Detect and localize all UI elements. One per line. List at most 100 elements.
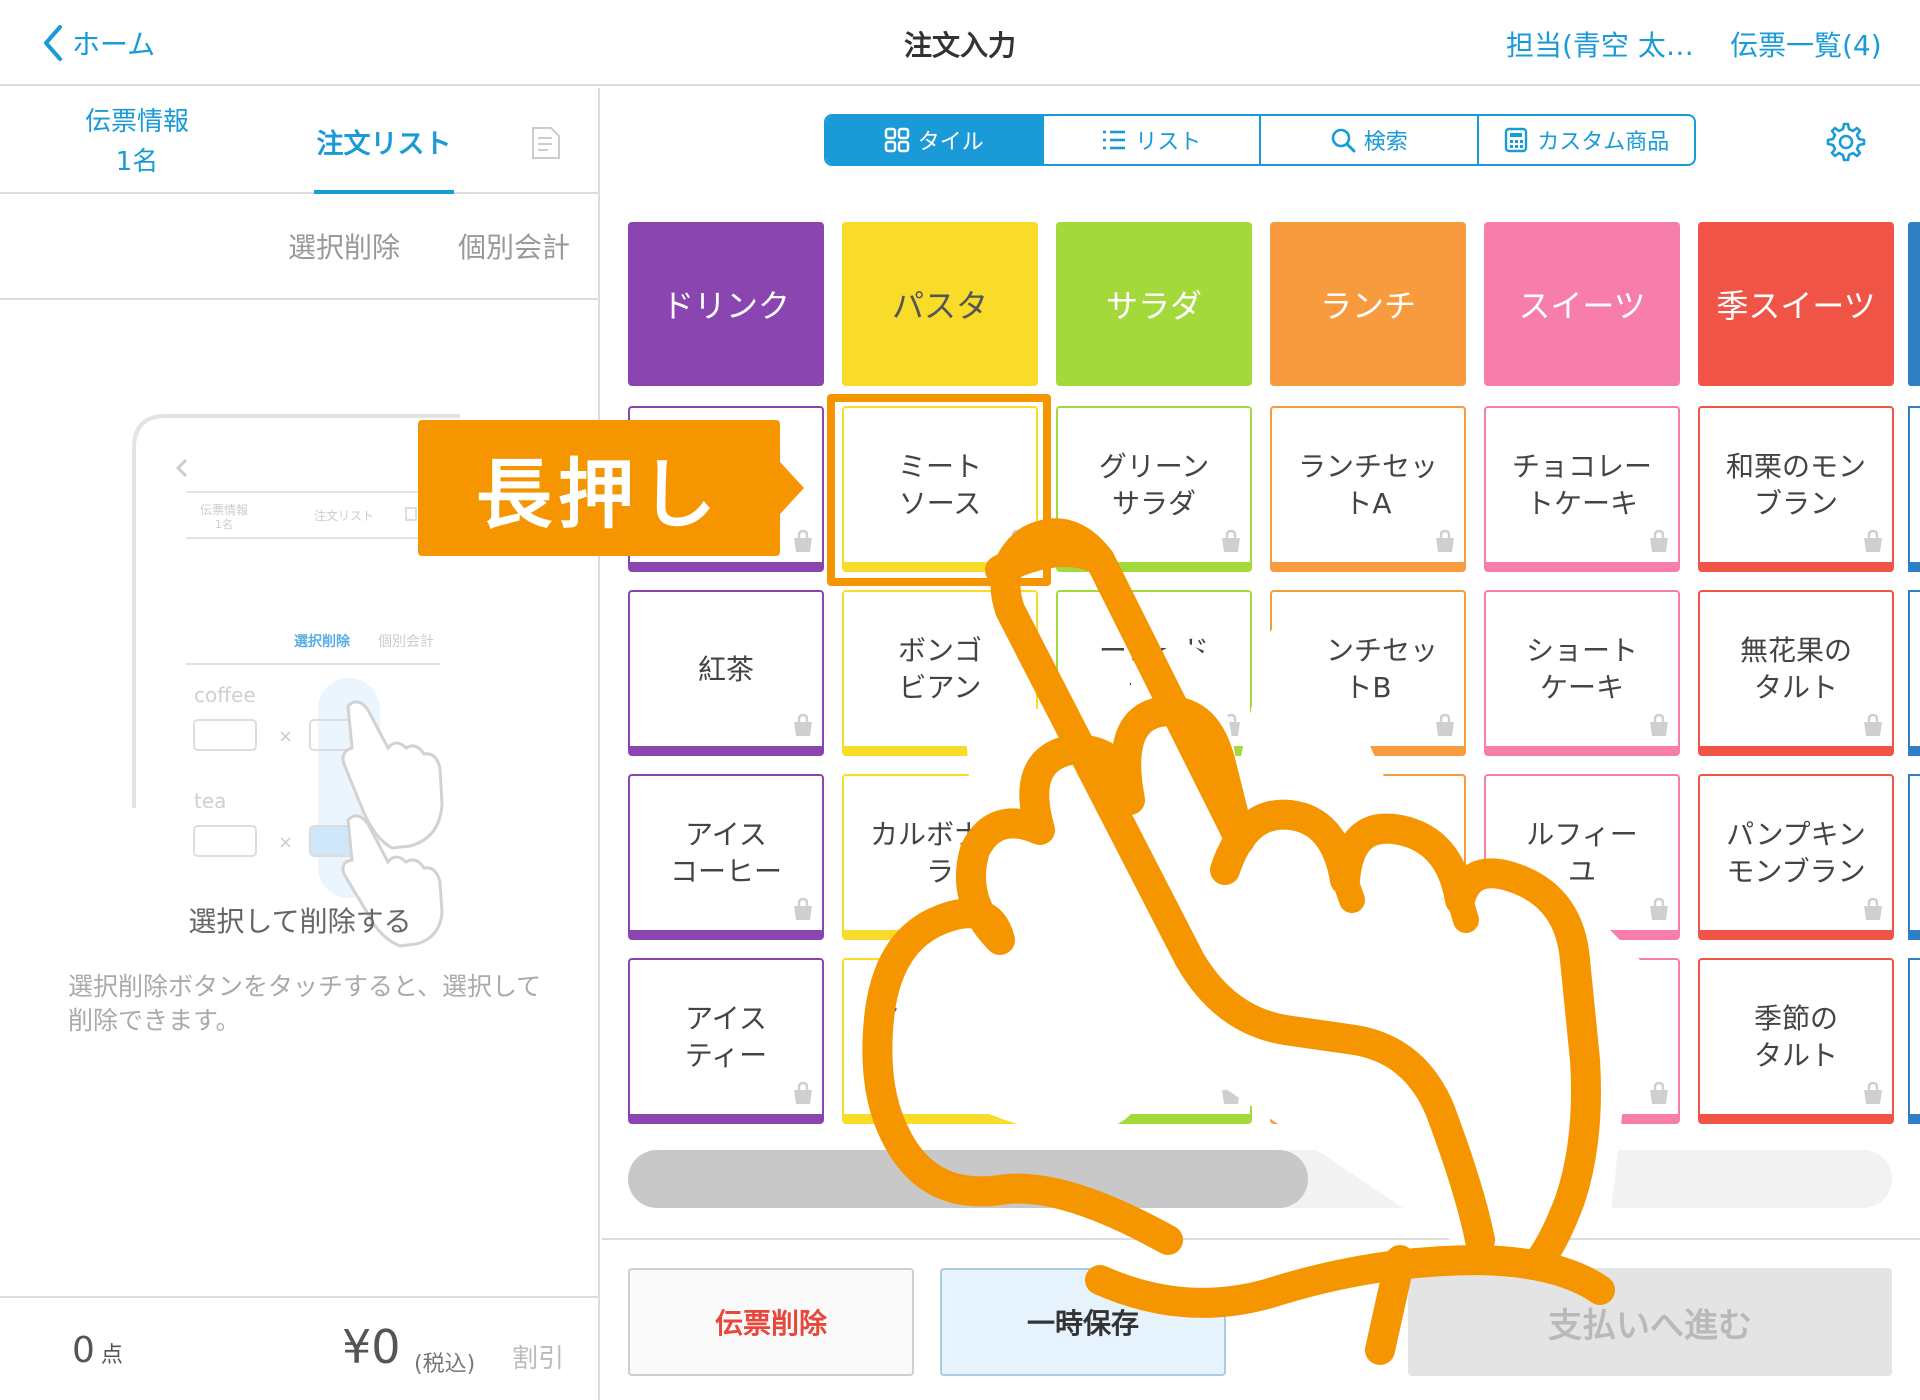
- category-tile[interactable]: パスタ: [842, 222, 1038, 386]
- product-tile[interactable]: ルフィー ユ: [1484, 774, 1680, 940]
- shopping-bag-icon: [1218, 528, 1244, 554]
- tab-search[interactable]: 検索: [1259, 116, 1477, 164]
- tab-custom-item[interactable]: カスタム商品: [1476, 116, 1695, 164]
- guest-count: 1名: [115, 147, 159, 177]
- shopping-bag-icon: [1004, 896, 1030, 922]
- product-tile[interactable]: カルボナー ラ: [842, 774, 1038, 940]
- horizontal-scrollbar[interactable]: [628, 1150, 1892, 1208]
- shopping-bag-icon: [1646, 528, 1672, 554]
- proceed-to-payment-button[interactable]: 支払いへ進む: [1408, 1268, 1892, 1376]
- category-tile[interactable]: スイーツ: [1484, 222, 1680, 386]
- discount-button[interactable]: 割引: [512, 1338, 564, 1375]
- product-tile[interactable]: ミート ソース: [842, 406, 1038, 572]
- product-tile[interactable]: 無花果の タルト: [1698, 590, 1894, 756]
- grid-icon: [884, 127, 909, 153]
- product-tile[interactable]: パンプキン モンブラン: [1698, 774, 1894, 940]
- long-press-callout: 長押し: [418, 420, 780, 556]
- product-tile[interactable]: 紅茶: [628, 590, 824, 756]
- product-tile[interactable]: ボンゴ ビアン: [842, 590, 1038, 756]
- shopping-bag-icon: [1004, 712, 1030, 738]
- divider: [602, 1238, 1920, 1240]
- scrollbar-thumb[interactable]: [628, 1150, 1308, 1208]
- product-tile[interactable]: グリーン サラダ: [1056, 406, 1252, 572]
- product-tile[interactable]: アイス ティー: [628, 958, 824, 1124]
- shopping-bag-icon: [790, 528, 816, 554]
- shopping-bag-icon: [1004, 528, 1030, 554]
- top-bar: ホーム 注文入力 担当(青空 太… 伝票一覧(4): [0, 0, 1920, 86]
- product-tile[interactable]: [1270, 774, 1466, 940]
- tab-tile-label: タイル: [917, 130, 984, 155]
- shopping-bag-icon: [1646, 1080, 1672, 1106]
- tab-order-list[interactable]: 注文リスト: [314, 122, 454, 161]
- category-tile[interactable]: ランチ: [1270, 222, 1466, 386]
- product-tile[interactable]: [1056, 774, 1252, 940]
- shopping-bag-icon: [1432, 712, 1458, 738]
- shopping-bag-icon: [790, 1080, 816, 1106]
- illus-tab2: 注文リスト: [314, 508, 374, 523]
- left-tabs: 伝票情報 1名 注文リスト: [0, 88, 600, 194]
- gear-icon[interactable]: [1822, 120, 1866, 164]
- product-tile-partial[interactable]: [1908, 958, 1920, 1124]
- product-tile[interactable]: [1270, 958, 1466, 1124]
- back-label: ホーム: [72, 28, 156, 61]
- category-tile-partial[interactable]: [1908, 222, 1920, 386]
- illus-tab1-sub: 1名: [215, 517, 233, 531]
- shopping-bag-icon: [1860, 528, 1886, 554]
- illus-act2: 個別会計: [378, 634, 434, 650]
- individual-pay-button[interactable]: 個別会計: [458, 226, 570, 266]
- category-tile[interactable]: サラダ: [1056, 222, 1252, 386]
- tab-custom-item-label: カスタム商品: [1537, 130, 1670, 155]
- svg-text:×: ×: [278, 832, 293, 853]
- product-tile[interactable]: アラビアー タ: [842, 958, 1038, 1124]
- select-delete-button[interactable]: 選択削除: [288, 226, 400, 266]
- category-tile[interactable]: 季スイーツ: [1698, 222, 1894, 386]
- product-tile[interactable]: ル: [1484, 958, 1680, 1124]
- total-price: ¥0: [342, 1320, 401, 1374]
- shopping-bag-icon: [1646, 712, 1672, 738]
- shopping-bag-icon: [1432, 896, 1458, 922]
- product-tile[interactable]: ショート ケーキ: [1484, 590, 1680, 756]
- tab-tile[interactable]: タイル: [826, 116, 1042, 164]
- tab-slip-info[interactable]: 伝票情報 1名: [60, 102, 214, 182]
- shopping-bag-icon: [790, 896, 816, 922]
- staff-button[interactable]: 担当(青空 太…: [1506, 24, 1694, 64]
- hold-button[interactable]: 一時保存: [940, 1268, 1226, 1376]
- document-icon[interactable]: [530, 126, 562, 160]
- product-tile[interactable]: 季節の タルト: [1698, 958, 1894, 1124]
- view-mode-tabs: タイル リスト 検索 カスタム商品: [824, 114, 1696, 166]
- category-tile[interactable]: ドリンク: [628, 222, 824, 386]
- slip-list-button[interactable]: 伝票一覧(4): [1730, 24, 1882, 64]
- illus-act1: 選択削除: [294, 633, 351, 650]
- item-count-value: 0: [72, 1330, 95, 1371]
- product-tile-partial[interactable]: [1908, 406, 1920, 572]
- tax-label: (税込): [414, 1352, 476, 1377]
- product-tile[interactable]: 和栗のモン ブラン: [1698, 406, 1894, 572]
- chevron-left-icon: [44, 25, 62, 61]
- illus-tab1: 伝票情報: [200, 503, 248, 517]
- product-tile-partial[interactable]: [1908, 774, 1920, 940]
- item-count: 0点: [72, 1330, 123, 1371]
- empty-state-title: 選択して削除する: [188, 905, 412, 938]
- shopping-bag-icon: [1860, 712, 1886, 738]
- shopping-bag-icon: [1432, 528, 1458, 554]
- back-button[interactable]: ホーム: [40, 20, 155, 66]
- shopping-bag-icon: [1860, 1080, 1886, 1106]
- shopping-bag-icon: [1860, 896, 1886, 922]
- product-tile-partial[interactable]: [1908, 590, 1920, 756]
- shopping-bag-icon: [1432, 1080, 1458, 1106]
- illus-item2: tea: [194, 789, 226, 813]
- product-tile[interactable]: [1056, 958, 1252, 1124]
- product-tile[interactable]: チョコレー トケーキ: [1484, 406, 1680, 572]
- product-tile[interactable]: ーフード ラダ: [1056, 590, 1252, 756]
- empty-state-description: 選択削除ボタンをタッチすると、選択して削除できます。: [68, 972, 542, 1035]
- product-tile[interactable]: アイス コーヒー: [628, 774, 824, 940]
- product-tile[interactable]: ランチセッ トA: [1270, 406, 1466, 572]
- list-icon: [1103, 130, 1126, 150]
- tab-list[interactable]: リスト: [1041, 116, 1260, 164]
- shopping-bag-icon: [1646, 896, 1672, 922]
- product-tile[interactable]: ランチセッ トB: [1270, 590, 1466, 756]
- order-total-bar: 0点 ¥0 (税込) 割引: [0, 1296, 600, 1400]
- delete-slip-button[interactable]: 伝票削除: [628, 1268, 914, 1376]
- callout-arrow: [780, 462, 804, 514]
- item-count-unit: 点: [100, 1343, 123, 1368]
